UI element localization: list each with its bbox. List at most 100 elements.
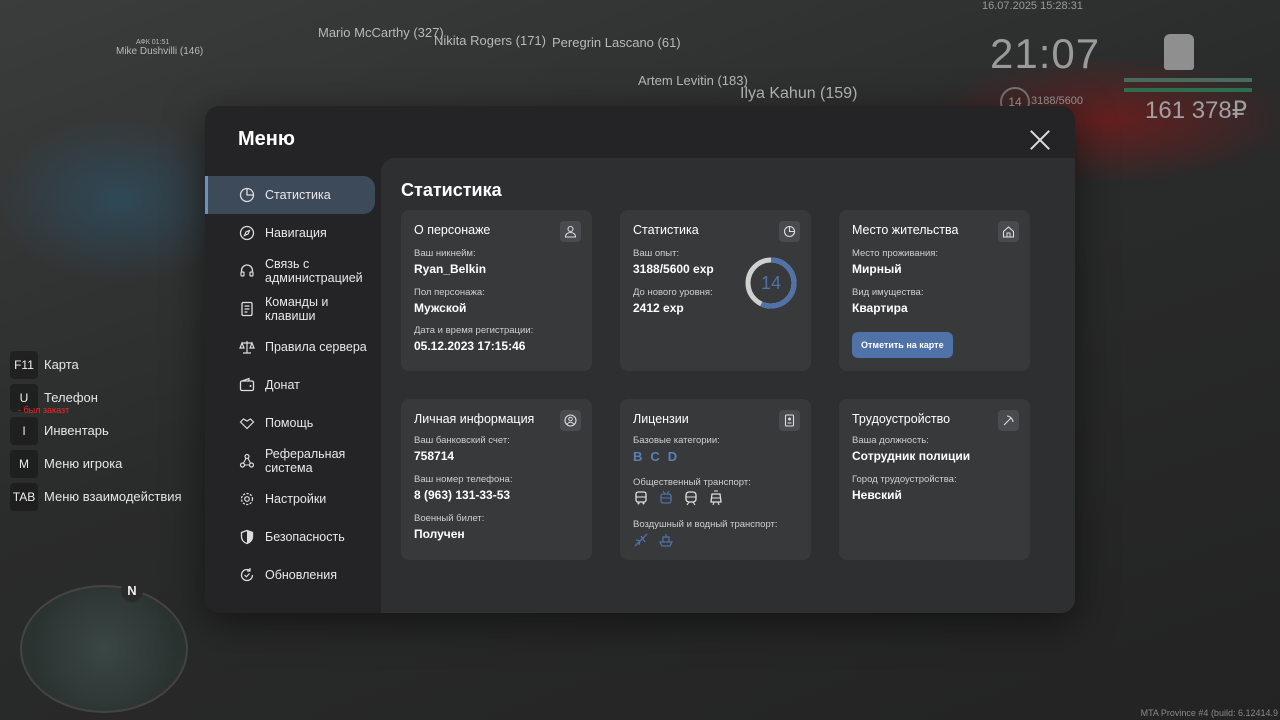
license-category: C (650, 449, 660, 464)
job-city-label: Город трудоустройства: (852, 474, 957, 485)
air-water-transport-icons (633, 532, 683, 548)
gender-value: Мужской (414, 301, 467, 315)
sidebar-item-label: Реферальная система (265, 447, 346, 475)
sidebar-item-referral[interactable]: Реферальная система (205, 442, 381, 480)
id-card-icon (779, 410, 800, 431)
hotkey-row: F11 Карта (10, 348, 182, 381)
menu-title: Меню (238, 128, 295, 150)
level-progress-ring: 14 (745, 257, 797, 309)
sidebar-item-label: Помощь (265, 416, 314, 430)
bank-label: Ваш банковский счет: (414, 435, 510, 446)
sidebar-item-label: Связь с администрацией (265, 257, 363, 285)
public-transport-label: Общественный транспорт: (633, 477, 751, 488)
shield-icon (240, 529, 254, 545)
user-circle-icon (560, 410, 581, 431)
hotkey-row: I Инвентарь (10, 414, 182, 447)
player-nickname: Artem Levitin (183) (638, 73, 748, 88)
health-bar (1124, 78, 1252, 82)
home-icon (998, 221, 1019, 242)
license-category: B (633, 449, 643, 464)
hotkey-row: M Меню игрока (10, 447, 182, 480)
hotkey-row: TAB Меню взаимодействия (10, 480, 182, 513)
card-title: О персонаже (414, 223, 491, 237)
sidebar-item-security[interactable]: Безопасность (205, 518, 381, 556)
exp-label: Ваш опыт: (633, 248, 680, 259)
military-value: Получен (414, 527, 465, 541)
position-value: Сотрудник полиции (852, 449, 971, 463)
refresh-icon (240, 568, 254, 582)
card-title: Место жительства (852, 223, 959, 237)
network-icon (239, 453, 255, 468)
player-nickname: Mario McCarthy (327) (318, 25, 444, 40)
job-city-value: Невский (852, 488, 902, 502)
sidebar-item-settings[interactable]: Настройки (205, 480, 381, 518)
phone-label: Ваш номер телефона: (414, 474, 513, 485)
next-level-label: До нового уровня: (633, 287, 713, 298)
key-cap: M (10, 449, 38, 478)
bank-value: 758714 (414, 449, 455, 463)
sidebar-item-navigation[interactable]: Навигация (205, 214, 381, 252)
property-value: Квартира (852, 301, 908, 315)
sidebar-item-donate[interactable]: Донат (205, 366, 381, 404)
headset-icon (240, 264, 254, 277)
sidebar-item-updates[interactable]: Обновления (205, 556, 381, 594)
registration-value: 05.12.2023 17:15:46 (414, 339, 526, 353)
sidebar-item-label: Статистика (265, 188, 331, 202)
plane-icon (634, 533, 648, 547)
hotkey-list: F11 Карта U Телефон I Инвентарь M Меню игрок… (10, 348, 182, 513)
sidebar-item-commands[interactable]: Команды и клавиши (205, 290, 381, 328)
menu-sidebar: Статистика Навигация Связь с администрац… (205, 176, 381, 594)
pie-chart-icon (779, 221, 800, 242)
place-value: Мирный (852, 262, 902, 276)
gear-icon (240, 492, 254, 506)
player-nickname: Peregrin Lascano (61) (552, 35, 681, 50)
phone-value: 8 (963) 131-33-53 (414, 488, 511, 502)
place-label: Место проживания: (852, 248, 939, 259)
sidebar-item-label: Команды и клавиши (265, 295, 329, 323)
experience-card: Статистика Ваш опыт: 3188/5600 exp До но… (620, 210, 811, 371)
sidebar-item-statistics[interactable]: Статистика (205, 176, 375, 214)
sidebar-item-rules[interactable]: Правила сервера (205, 328, 381, 366)
nickname-value: Ryan_Belkin (414, 262, 487, 276)
close-button[interactable] (1027, 127, 1053, 153)
menu-modal: Меню Статистика Навигация Связь с админи… (205, 106, 1075, 613)
player-nickname: Mike Dushvilli (146) (116, 46, 204, 57)
employment-card: Трудоустройство Ваша должность: Сотрудни… (839, 399, 1030, 560)
character-card: О персонаже Ваш никнейм: Ryan_Belkin Пол… (401, 210, 592, 371)
tram-icon (710, 490, 722, 506)
license-category: D (667, 449, 678, 464)
sidebar-item-help[interactable]: Помощь (205, 404, 381, 442)
public-transport-icons (633, 490, 733, 506)
air-water-transport-label: Воздушный и водный транспорт: (633, 519, 778, 530)
gender-label: Пол персонажа: (414, 287, 485, 298)
armor-bar (1124, 88, 1252, 92)
afk-tag: АФК 01:51 (136, 39, 170, 46)
sidebar-item-label: Обновления (265, 568, 337, 582)
card-title: Трудоустройство (852, 412, 951, 426)
handshake-icon (239, 418, 255, 430)
pie-chart-icon (239, 187, 255, 203)
nickname-label: Ваш никнейм: (414, 248, 476, 259)
property-label: Вид имущества: (852, 287, 924, 298)
train-icon (685, 491, 697, 506)
sidebar-item-admin-contact[interactable]: Связь с администрацией (205, 252, 381, 290)
next-level-value: 2412 exp (633, 301, 684, 315)
sidebar-item-label: Навигация (265, 226, 327, 240)
base-categories-label: Базовые категории: (633, 435, 720, 446)
registration-label: Дата и время регистрации: (414, 325, 534, 336)
player-nickname: Nikita Rogers (171) (434, 33, 546, 48)
wallet-icon (239, 377, 255, 392)
licenses-card: Лицензии Базовые категории: B C D Общест… (620, 399, 811, 560)
military-label: Военный билет: (414, 513, 485, 524)
key-cap: TAB (10, 482, 38, 511)
scales-icon (239, 341, 255, 354)
build-info: MTA Province #4 (build: 6.12414.9 (1140, 708, 1278, 718)
hotkey-label: Меню игрока (44, 456, 123, 471)
card-title: Личная информация (414, 412, 535, 426)
mark-on-map-button[interactable]: Отметить на карте (852, 332, 953, 358)
north-indicator: N (121, 580, 143, 602)
trolley-icon (660, 490, 672, 504)
card-title: Статистика (633, 223, 699, 237)
money-display: 161 378₽ (1145, 97, 1248, 124)
boat-icon (658, 534, 674, 547)
